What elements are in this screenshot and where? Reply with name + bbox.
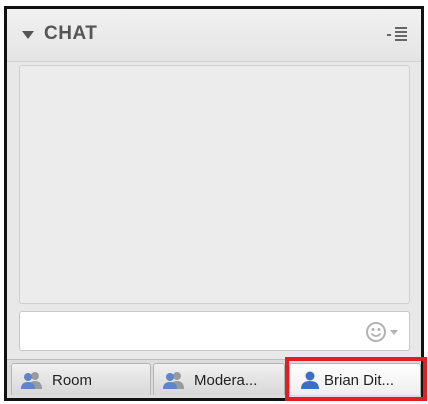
panel-menu-icon[interactable] [387, 24, 409, 44]
chat-panel: CHAT Room Modera... Brian Dit... [4, 6, 427, 401]
tab-private-chat[interactable]: Brian Dit... [289, 363, 421, 395]
collapse-triangle-icon[interactable] [22, 31, 34, 39]
tab-moderators[interactable]: Modera... [153, 363, 285, 395]
panel-title: CHAT [44, 23, 98, 44]
group-users-icon [163, 372, 184, 389]
chat-messages-area[interactable] [19, 65, 410, 304]
tab-label: Brian Dit... [324, 372, 395, 389]
chat-header: CHAT [7, 9, 421, 62]
chat-input-box[interactable] [19, 311, 410, 351]
tab-label: Room [52, 372, 93, 389]
chat-message-input[interactable] [26, 318, 360, 346]
tab-room[interactable]: Room [11, 363, 151, 395]
tab-label: Modera... [194, 372, 258, 389]
user-icon [301, 371, 319, 389]
chat-tab-bar: Room Modera... Brian Dit... [7, 357, 427, 401]
group-users-icon [21, 372, 42, 389]
emoticon-icon[interactable] [365, 321, 401, 343]
